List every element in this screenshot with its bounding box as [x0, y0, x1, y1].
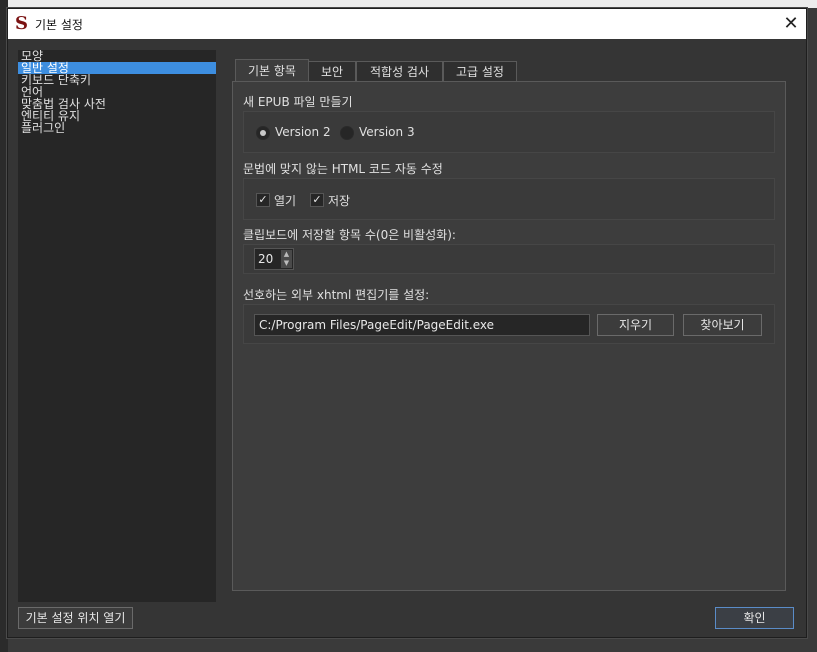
tab-advanced[interactable]: 고급 설정 [443, 61, 517, 82]
html-fix-group: ✓ 열기 ✓ 저장 [243, 178, 775, 220]
preferences-dialog: S 기본 설정 ✕ 모양 일반 설정 키보드 단축키 언어 맞춤법 검사 사전 … [7, 8, 807, 638]
sigil-app-icon: S [15, 13, 28, 34]
fix-on-save-checkbox[interactable]: ✓ [310, 193, 324, 207]
html-fix-label: 문법에 맞지 않는 HTML 코드 자동 수정 [243, 162, 443, 176]
sidebar-item-keyboard-shortcuts[interactable]: 키보드 단축키 [18, 74, 216, 86]
clipboard-history-group: 20 ▲ ▼ [243, 244, 775, 274]
window-title: 기본 설정 [35, 18, 83, 32]
epub-version-3-radio[interactable] [340, 126, 354, 140]
preferences-category-list[interactable]: 모양 일반 설정 키보드 단축키 언어 맞춤법 검사 사전 엔티티 유지 플러그… [18, 50, 216, 602]
clipboard-history-value[interactable]: 20 [258, 252, 273, 266]
spinbox-arrows[interactable]: ▲ ▼ [281, 250, 292, 268]
fix-on-open-checkbox[interactable]: ✓ [256, 193, 270, 207]
fix-on-open-label[interactable]: 열기 [274, 192, 296, 209]
tab-validation[interactable]: 적합성 검사 [356, 61, 443, 82]
background-app-top [0, 0, 817, 8]
title-bar[interactable]: S 기본 설정 ✕ [8, 9, 806, 39]
general-settings-panel: 새 EPUB 파일 만들기 Version 2 Version 3 문법에 맞지… [232, 81, 786, 591]
spin-up-icon[interactable]: ▲ [281, 250, 292, 259]
epub-version-label: 새 EPUB 파일 만들기 [243, 95, 353, 109]
clipboard-history-label: 클립보드에 저장할 항목 수(0은 비활성화): [243, 228, 456, 242]
fix-on-save-label[interactable]: 저장 [328, 192, 350, 209]
tab-security[interactable]: 보안 [308, 61, 356, 82]
sidebar-item-plugins[interactable]: 플러그인 [18, 122, 216, 134]
epub-version-2-label[interactable]: Version 2 [275, 125, 331, 139]
close-icon[interactable]: ✕ [776, 9, 806, 39]
epub-version-3-label[interactable]: Version 3 [359, 125, 415, 139]
xhtml-editor-label: 선호하는 외부 xhtml 편집기를 설정: [243, 288, 430, 302]
ok-button[interactable]: 확인 [715, 607, 794, 629]
tab-general[interactable]: 기본 항목 [235, 59, 309, 83]
spin-down-icon[interactable]: ▼ [281, 259, 292, 268]
clear-editor-button[interactable]: 지우기 [597, 314, 674, 336]
clipboard-history-spinbox[interactable]: 20 ▲ ▼ [254, 248, 294, 270]
epub-version-group: Version 2 Version 3 [243, 111, 775, 153]
xhtml-editor-path-input[interactable]: C:/Program Files/PageEdit/PageEdit.exe [254, 314, 590, 336]
epub-version-2-radio[interactable] [256, 126, 270, 140]
open-preferences-location-button[interactable]: 기본 설정 위치 열기 [18, 607, 133, 629]
browse-editor-button[interactable]: 찾아보기 [683, 314, 762, 336]
xhtml-editor-group: C:/Program Files/PageEdit/PageEdit.exe 지… [243, 304, 775, 344]
